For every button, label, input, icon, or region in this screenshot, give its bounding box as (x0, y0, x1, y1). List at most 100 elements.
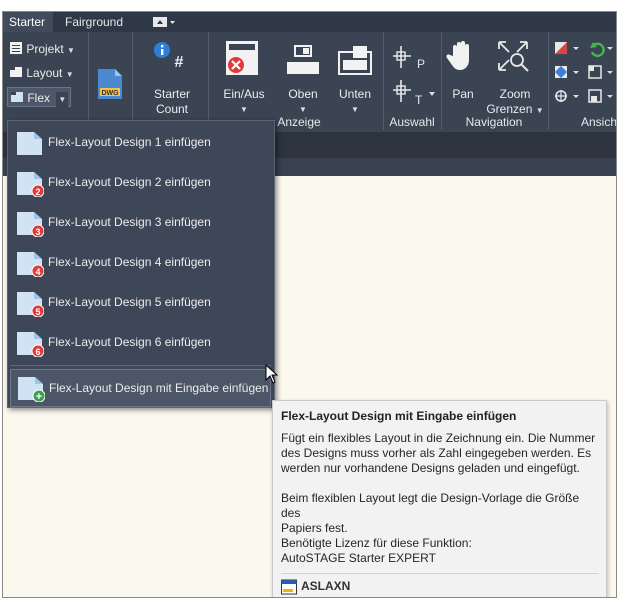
tooltip-line: Beim flexiblen Layout legt die Design-Vo… (281, 491, 580, 520)
ribbon-tab-bar: Starter Fairground (3, 12, 616, 32)
tab-starter[interactable]: Starter (3, 12, 53, 32)
tooltip-separator (281, 573, 599, 574)
ribbon-separator (132, 32, 133, 130)
display-toggle-icon[interactable] (225, 40, 259, 76)
dwg-badge: DWG (101, 90, 119, 97)
view-bottom-icon[interactable] (337, 42, 373, 76)
svg-text:P: P (417, 57, 425, 71)
menu-item-label: Flex-Layout Design 5 einfügen (48, 295, 211, 309)
command-tooltip: Flex-Layout Design mit Eingabe einfügen … (272, 400, 607, 597)
panel-toggle-icon (153, 17, 175, 27)
menu-item-label: Flex-Layout Design 4 einfügen (48, 255, 211, 269)
ansicht-tools-icons[interactable] (553, 40, 617, 110)
menu-separator (10, 365, 271, 366)
layout-button[interactable]: Layout ▼ (9, 63, 74, 83)
view-top-icon[interactable] (285, 42, 321, 76)
ribbon-separator (208, 32, 209, 130)
menu-item-label: Flex-Layout Design 3 einfügen (48, 215, 211, 229)
starter-count-button[interactable]: Starter Count (137, 87, 207, 117)
flex-button[interactable]: Flex ▼ (7, 87, 71, 108)
design-number-badge: 2 (35, 187, 40, 197)
design-number-badge: 5 (35, 307, 40, 317)
select-tag-icon[interactable]: T (391, 78, 437, 108)
mouse-cursor-icon (265, 364, 279, 384)
group-label-anzeige: Anzeige (277, 115, 321, 129)
tab-dropdown-button[interactable] (148, 12, 182, 32)
tab-fairground[interactable]: Fairground (59, 12, 137, 32)
list-icon (10, 42, 22, 54)
flex-label: Flex (27, 91, 51, 105)
group-label-navigation: Navigation (465, 115, 523, 129)
flex-layout-icon (11, 92, 23, 102)
ribbon-separator (88, 32, 89, 130)
projekt-button[interactable]: Projekt ▼ (9, 39, 75, 59)
pan-label: Pan (452, 87, 474, 101)
flex-layout-design-2-icon: 2 (17, 172, 44, 197)
menu-item-design-with-input[interactable]: + Flex-Layout Design mit Eingabe einfüge… (10, 369, 271, 407)
info-count-icon[interactable]: # (151, 40, 189, 70)
svg-text:T: T (415, 93, 423, 107)
chevron-down-icon: ▼ (240, 105, 248, 114)
flex-layout-design-6-icon: 6 (17, 332, 44, 357)
tooltip-line: Papiers fest. (281, 521, 348, 535)
tooltip-title: Flex-Layout Design mit Eingabe einfügen (281, 409, 517, 423)
menu-item-design-3[interactable]: 3 Flex-Layout Design 3 einfügen (10, 203, 271, 241)
tooltip-line: werden nur vorhandene Designs geladen un… (281, 461, 580, 475)
ribbon: Projekt ▼ Layout ▼ Flex ▼ DWG # Starter … (3, 32, 616, 132)
pan-button[interactable]: Pan (441, 87, 485, 102)
einaus-button[interactable]: Ein/Aus ▼ (213, 87, 275, 117)
oben-button[interactable]: Oben ▼ (278, 87, 328, 117)
tooltip-note: Beim flexiblen Layout legt die Design-Vo… (281, 491, 599, 536)
tooltip-line: Benötigte Lizenz für diese Funktion: (281, 536, 472, 550)
einaus-label: Ein/Aus (223, 87, 265, 101)
tooltip-line: Fügt ein flexibles Layout in die Zeichnu… (281, 431, 596, 445)
tooltip-license: Benötigte Lizenz für diese Funktion: Aut… (281, 536, 599, 566)
add-badge: + (36, 391, 42, 402)
application-window: Starter Fairground Projekt ▼ Layout ▼ Fl… (2, 11, 617, 598)
oben-label: Oben (288, 87, 318, 101)
layout-page-icon (10, 67, 22, 77)
menu-item-label: Flex-Layout Design 1 einfügen (48, 135, 211, 149)
flex-layout-design-5-icon: 5 (17, 292, 44, 317)
projekt-label: Projekt (26, 42, 64, 56)
flex-layout-design-4-icon: 4 (17, 252, 44, 277)
menu-item-design-2[interactable]: 2 Flex-Layout Design 2 einfügen (10, 163, 271, 201)
zoom-label-line1: Zoom (499, 87, 531, 101)
menu-item-design-1[interactable]: Flex-Layout Design 1 einfügen (10, 123, 271, 161)
command-line-icon (281, 579, 297, 595)
chevron-down-icon: ▼ (67, 46, 75, 55)
menu-item-label: Flex-Layout Design mit Eingabe einfügen (49, 381, 269, 395)
ribbon-separator (548, 32, 549, 130)
menu-item-design-4[interactable]: 4 Flex-Layout Design 4 einfügen (10, 243, 271, 281)
flex-layout-design-3-icon: 3 (17, 212, 44, 237)
unten-button[interactable]: Unten ▼ (329, 87, 381, 117)
group-label-auswahl: Auswahl (389, 115, 435, 129)
starter-count-label-line1: Starter (153, 87, 190, 101)
tooltip-command-name: ASLAXN (301, 579, 351, 593)
layout-label: Layout (26, 66, 63, 80)
menu-item-label: Flex-Layout Design 2 einfügen (48, 175, 211, 189)
flex-dropdown-menu: Flex-Layout Design 1 einfügen 2 Flex-Lay… (7, 120, 275, 408)
unten-label: Unten (338, 87, 372, 101)
tooltip-line: des Designs muss vorher als Zahl eingege… (281, 446, 592, 460)
design-number-badge: 6 (35, 347, 40, 357)
starter-count-label-line2: Count (155, 102, 189, 116)
menu-item-design-5[interactable]: 5 Flex-Layout Design 5 einfügen (10, 283, 271, 321)
menu-item-design-6[interactable]: 6 Flex-Layout Design 6 einfügen (10, 323, 271, 361)
flex-layout-input-icon: + (18, 377, 45, 402)
design-number-badge: 4 (35, 267, 40, 277)
chevron-down-icon: ▼ (65, 70, 74, 79)
svg-text:#: # (175, 54, 184, 70)
tooltip-description: Fügt ein flexibles Layout in die Zeichnu… (281, 431, 599, 476)
chevron-down-icon[interactable]: ▼ (56, 92, 69, 108)
chevron-down-icon: ▼ (351, 105, 359, 114)
pan-hand-icon[interactable] (445, 38, 481, 74)
flex-layout-design-1-icon (17, 132, 42, 155)
tooltip-line: AutoSTAGE Starter EXPERT (281, 551, 436, 565)
design-number-badge: 3 (35, 227, 40, 237)
menu-item-label: Flex-Layout Design 6 einfügen (48, 335, 211, 349)
group-label-ansicht: Ansich (581, 115, 617, 129)
select-point-icon[interactable]: P (391, 44, 425, 72)
zoom-extents-icon[interactable] (495, 38, 531, 74)
dwg-file-icon[interactable]: DWG (97, 68, 123, 100)
